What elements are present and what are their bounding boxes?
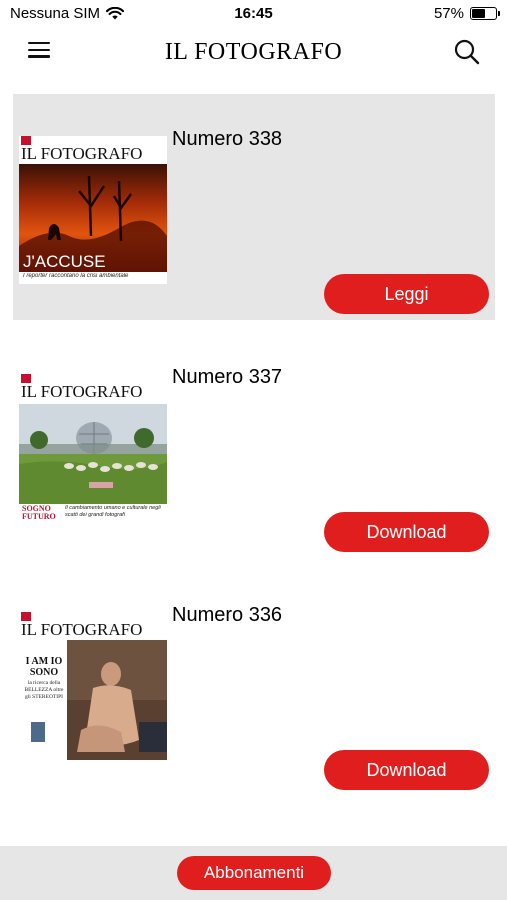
battery-percent: 57% bbox=[433, 5, 464, 22]
bottom-bar: Abbonamenti bbox=[0, 846, 507, 900]
issue-card-338[interactable]: IL FOTOGRAFO J'ACCUSE I reporter raccont… bbox=[13, 94, 495, 320]
status-bar: Nessuna SIM 16:45 57% bbox=[0, 0, 507, 28]
cover-headline: SOGNO FUTURO bbox=[22, 504, 56, 521]
cover-subline: I reporter raccontano la crisi ambiental… bbox=[23, 273, 129, 279]
cover-headline: I AM IO SONO bbox=[25, 656, 63, 678]
issue-title: Numero 337 bbox=[172, 366, 283, 388]
cover-masthead: IL FOTOGRAFO bbox=[21, 382, 143, 401]
app-title: IL FOTOGRAFO bbox=[164, 39, 343, 65]
subscriptions-button[interactable]: Abbonamenti bbox=[177, 856, 331, 890]
issue-card-336[interactable]: IL FOTOGRAFO I AM IO SONO la ricerca del… bbox=[13, 570, 495, 796]
battery-icon bbox=[470, 7, 500, 20]
issue-title: Numero 336 bbox=[172, 604, 283, 626]
issue-cover-337[interactable]: IL FOTOGRAFO SOGNO FUTURO Il cambiamento… bbox=[19, 374, 167, 522]
cover-subline: la ricerca della BELLEZZA oltre gli STER… bbox=[24, 680, 64, 700]
cover-masthead: IL FOTOGRAFO bbox=[21, 620, 143, 639]
cover-masthead: IL FOTOGRAFO bbox=[21, 144, 143, 163]
cover-subline: Il cambiamento umano e culturale negli s… bbox=[65, 505, 161, 518]
read-button[interactable]: Leggi bbox=[324, 274, 489, 314]
download-button[interactable]: Download bbox=[324, 750, 489, 790]
search-icon[interactable] bbox=[453, 38, 481, 66]
issue-cover-338[interactable]: IL FOTOGRAFO J'ACCUSE I reporter raccont… bbox=[19, 136, 167, 284]
app-header: IL FOTOGRAFO bbox=[0, 28, 507, 78]
issue-title: Numero 338 bbox=[172, 128, 283, 150]
clock: 16:45 bbox=[234, 5, 273, 22]
cover-headline: J'ACCUSE bbox=[23, 252, 106, 271]
download-button[interactable]: Download bbox=[324, 512, 489, 552]
issue-cover-336[interactable]: IL FOTOGRAFO I AM IO SONO la ricerca del… bbox=[19, 612, 167, 760]
battery-indicator: 57% bbox=[433, 5, 500, 22]
issue-card-337[interactable]: IL FOTOGRAFO SOGNO FUTURO Il cambiamento… bbox=[13, 332, 495, 558]
